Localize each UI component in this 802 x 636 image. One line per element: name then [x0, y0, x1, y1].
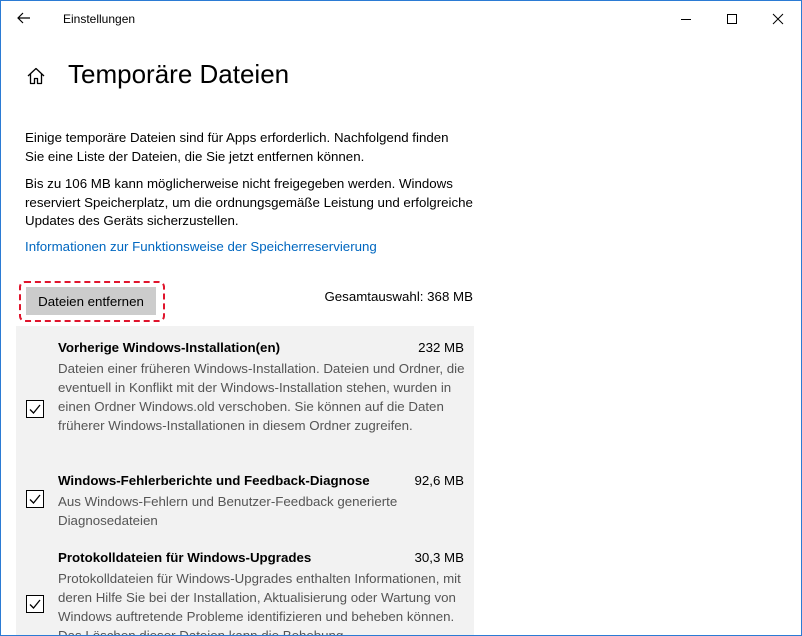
storage-reserve-info-link[interactable]: Informationen zur Funktionsweise der Spe…: [25, 239, 377, 254]
remove-button-highlight: Dateien entfernen: [19, 281, 165, 322]
item-size: 232 MB: [418, 340, 464, 355]
item-checkbox[interactable]: [26, 595, 44, 613]
list-item[interactable]: Protokolldateien für Windows-Upgrades 30…: [16, 550, 474, 636]
reserve-note-text: Bis zu 106 MB kann möglicherweise nicht …: [25, 176, 473, 228]
minimize-icon: [681, 19, 691, 20]
list-item[interactable]: Vorherige Windows-Installation(en) 232 M…: [16, 340, 474, 460]
settings-window: Einstellungen Temporäre Dateien Einige t…: [0, 0, 802, 636]
item-title: Vorherige Windows-Installation(en): [58, 340, 280, 355]
total-selection-label: Gesamtauswahl: 368 MB: [324, 289, 473, 304]
home-icon[interactable]: [25, 65, 47, 87]
item-size: 30,3 MB: [414, 550, 464, 565]
item-description: Protokolldateien für Windows-Upgrades en…: [58, 571, 461, 636]
checkmark-icon: [29, 404, 41, 414]
item-description: Dateien einer früheren Windows-Installat…: [58, 361, 465, 433]
page-title: Temporäre Dateien: [68, 59, 290, 89]
item-checkbox[interactable]: [26, 400, 44, 418]
maximize-button[interactable]: [709, 1, 755, 37]
item-description: Aus Windows-Fehlern und Benutzer-Feedbac…: [58, 494, 398, 528]
checkmark-icon: [29, 494, 41, 504]
maximize-icon: [727, 14, 737, 24]
item-title: Windows-Fehlerberichte und Feedback-Diag…: [58, 473, 370, 488]
item-title: Protokolldateien für Windows-Upgrades: [58, 550, 312, 565]
temp-files-list: Vorherige Windows-Installation(en) 232 M…: [16, 326, 474, 636]
item-checkbox[interactable]: [26, 490, 44, 508]
back-arrow-icon[interactable]: [13, 7, 35, 29]
checkmark-icon: [29, 599, 41, 609]
remove-files-button[interactable]: Dateien entfernen: [26, 287, 156, 315]
close-button[interactable]: [755, 1, 801, 37]
item-size: 92,6 MB: [414, 473, 464, 488]
minimize-button[interactable]: [663, 1, 709, 37]
title-bar: Einstellungen: [1, 1, 801, 37]
list-item[interactable]: Windows-Fehlerberichte und Feedback-Diag…: [16, 473, 474, 533]
close-icon: [772, 13, 784, 25]
intro-text: Einige temporäre Dateien sind für Apps e…: [25, 130, 449, 164]
window-title: Einstellungen: [63, 12, 136, 26]
